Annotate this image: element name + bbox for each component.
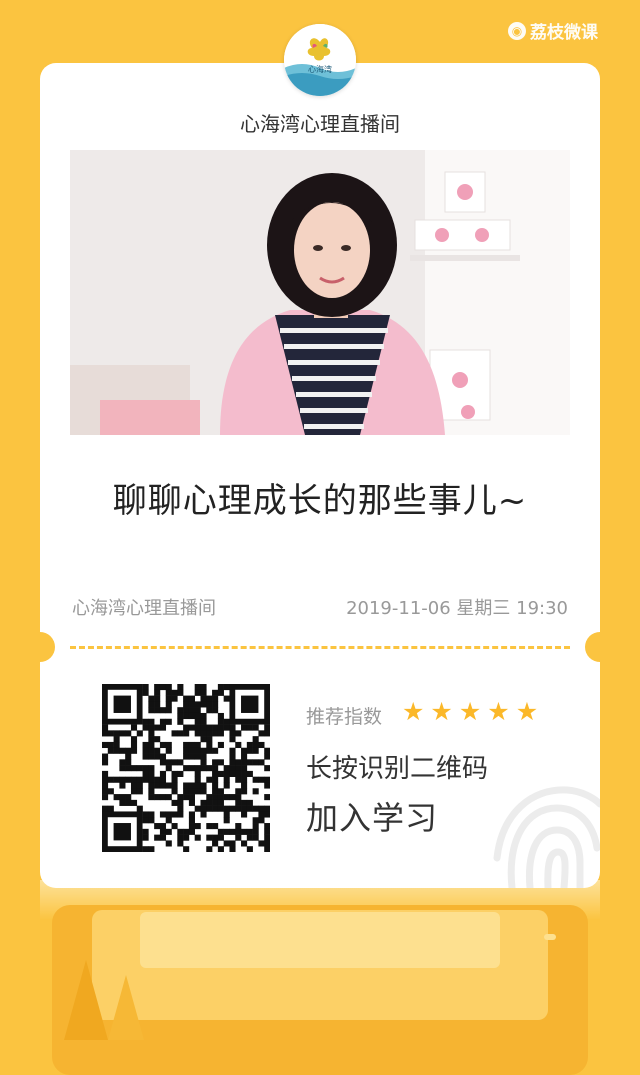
qr-code[interactable]: [102, 684, 271, 853]
host-name: 心海湾心理直播间: [240, 112, 400, 136]
qr-hint: 长按识别二维码: [306, 754, 489, 784]
recommend-label: 推荐指数: [306, 706, 383, 728]
course-host-name: 心海湾心理直播间: [72, 598, 216, 619]
ticket-divider: [70, 646, 570, 649]
ticket-notch-left: [25, 632, 55, 662]
course-title: 聊聊心理成长的那些事儿~: [112, 481, 528, 521]
cover-photo-image: [70, 150, 570, 435]
brand-name: 荔枝微课: [530, 23, 598, 43]
host-avatar[interactable]: 心海湾: [284, 24, 356, 96]
host-logo-icon: 心海湾: [284, 24, 356, 96]
star-icon: ★: [430, 697, 453, 726]
lizhi-logo-icon: ◉: [508, 21, 526, 40]
course-datetime: 2019-11-06 星期三 19:30: [346, 598, 568, 619]
star-icon: ★: [402, 697, 425, 726]
ticket-notch-right: [585, 632, 615, 662]
brand-watermark: ◉ 荔枝微课: [508, 18, 598, 43]
join-label: 加入学习: [306, 799, 439, 837]
cone-decoration: [64, 960, 108, 1040]
cone-decoration: [108, 975, 144, 1040]
star-icon: ★: [458, 697, 482, 726]
fingerprint-icon: [482, 768, 600, 888]
rating-stars: ★ ★ ★ ★ ★: [402, 699, 538, 725]
star-icon: ★: [487, 697, 510, 726]
svg-text:心海湾: 心海湾: [308, 64, 332, 74]
phone-button-decoration: [544, 934, 556, 940]
qr-code-icon: [102, 684, 271, 853]
cover-photo[interactable]: [70, 150, 570, 435]
star-icon: ★: [515, 697, 539, 726]
phone-screen-decoration: [140, 912, 500, 968]
